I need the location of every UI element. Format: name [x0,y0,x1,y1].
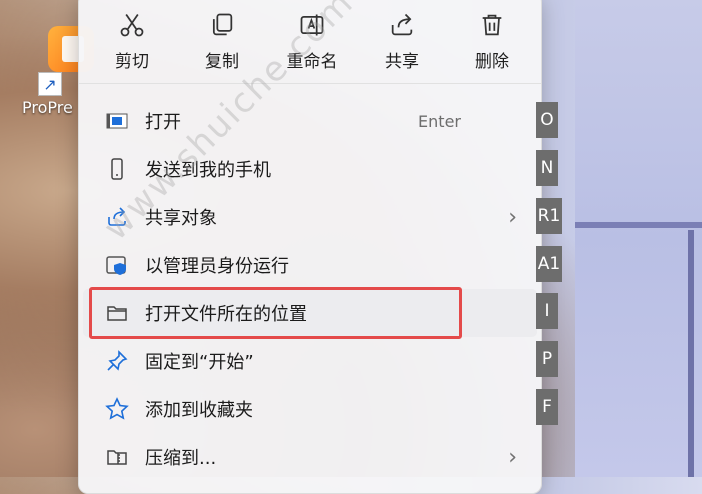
scissors-icon [120,14,144,37]
hotkey-badge: F [536,389,558,425]
cut-label: 剪切 [115,52,149,72]
menu-item-label: 固定到“开始” [145,352,254,373]
copy-label: 复制 [205,52,239,72]
shortcut-arrow-icon: ↗ [38,72,62,96]
zip-folder-icon [105,445,129,469]
cut-button[interactable]: 剪切 [87,1,177,79]
chevron-right-icon: › [508,444,517,470]
desktop-icon-label: ProPre [22,98,73,117]
menu-item-open[interactable]: 打开 Enter [83,97,537,145]
trash-icon [482,14,502,36]
menu-item-pin-to-start[interactable]: 固定到“开始” [83,337,537,385]
open-app-icon [105,109,129,133]
phone-icon [105,157,129,181]
shortcut-text: Enter [418,111,461,131]
menu-separator [79,83,541,84]
chevron-right-icon: › [508,204,517,230]
wallpaper-stripe [688,230,694,477]
hotkey-badge: O [536,102,558,138]
context-menu: 剪切 复制 重命名 共享 删除 打开 Enter 发送到我的手机 共享对象 › … [78,0,542,494]
hotkey-badge: R1 [536,198,562,234]
menu-item-run-as-admin[interactable]: 以管理员身份运行 [83,241,537,289]
wallpaper-stripe [575,222,702,228]
hotkey-badge: I [536,293,558,329]
pin-icon [105,349,129,373]
hotkey-badge: A1 [536,246,562,282]
wallpaper-panel [575,0,702,477]
menu-item-add-favorites[interactable]: 添加到收藏夹 [83,385,537,433]
menu-item-label: 压缩到... [145,448,217,469]
menu-item-label: 以管理员身份运行 [145,256,289,277]
star-icon [105,397,129,421]
copy-icon [212,13,233,36]
menu-item-compress-to[interactable]: 压缩到... › [83,433,537,481]
highlight-annotation-box [89,287,462,339]
menu-item-label: 添加到收藏夹 [145,400,253,421]
share-icon [391,13,413,36]
shield-icon [105,253,129,277]
menu-item-label: 打开 [145,112,181,133]
share-button[interactable]: 共享 [357,1,447,79]
hotkey-badge: N [536,150,558,186]
delete-button[interactable]: 删除 [447,1,537,79]
delete-label: 删除 [475,52,509,72]
share-label: 共享 [385,52,419,72]
hotkey-badge: P [536,341,558,377]
